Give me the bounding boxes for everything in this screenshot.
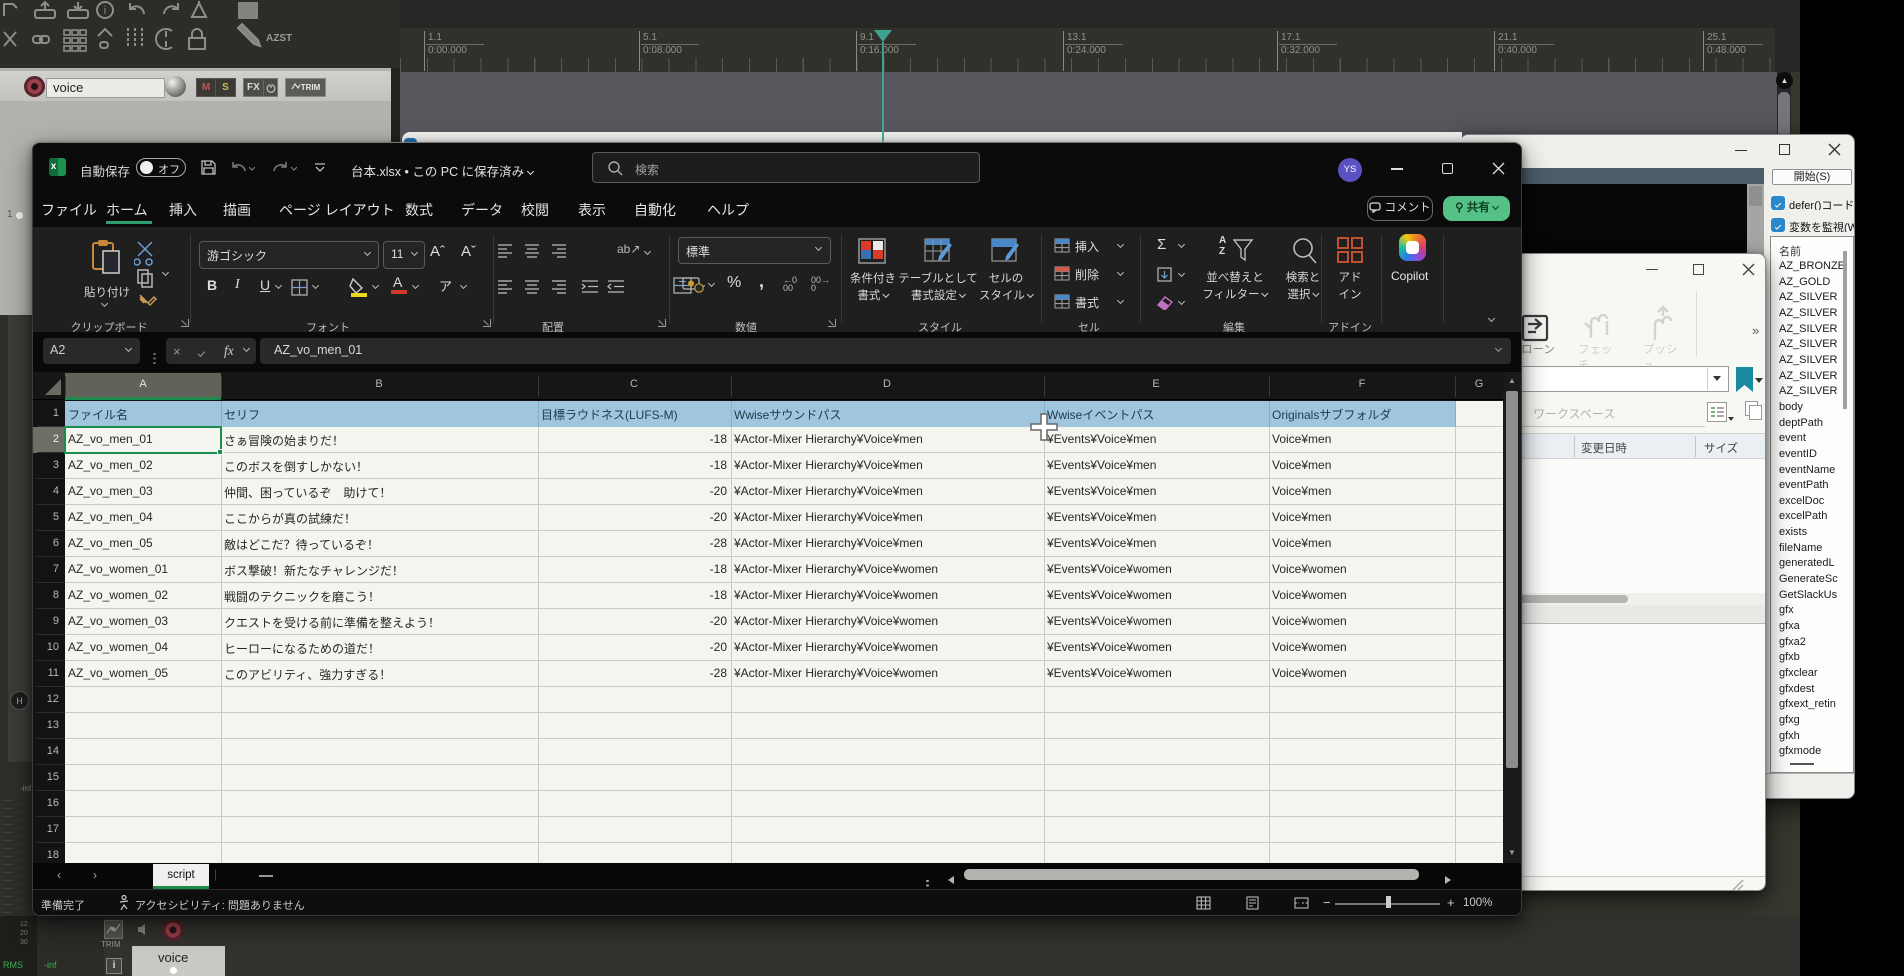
svg-text:i: i [104,5,106,17]
